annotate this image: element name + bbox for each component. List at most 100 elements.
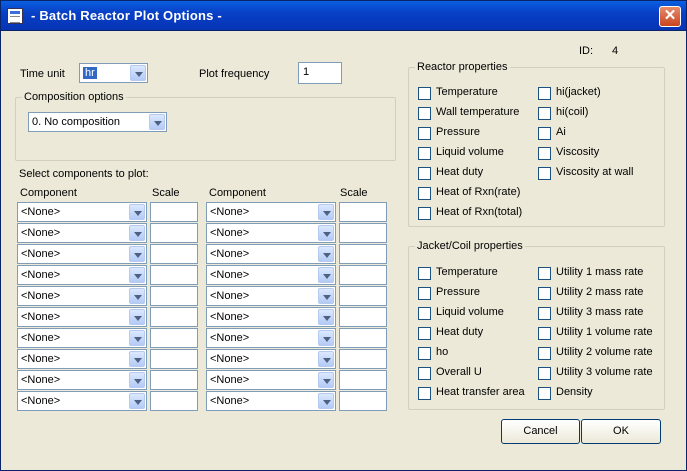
component-column-header: Component bbox=[209, 187, 266, 199]
time-unit-select[interactable]: hr bbox=[79, 63, 148, 83]
component-select[interactable]: <None> bbox=[17, 202, 147, 222]
component-select[interactable]: <None> bbox=[206, 328, 336, 348]
checkbox[interactable] bbox=[538, 147, 551, 160]
scale-input[interactable] bbox=[150, 223, 198, 243]
scale-input[interactable] bbox=[339, 391, 387, 411]
checkbox[interactable] bbox=[418, 167, 431, 180]
checkbox[interactable] bbox=[538, 87, 551, 100]
chevron-down-icon[interactable] bbox=[129, 393, 145, 409]
component-select[interactable]: <None> bbox=[206, 265, 336, 285]
scale-input[interactable] bbox=[339, 370, 387, 390]
scale-input[interactable] bbox=[339, 286, 387, 306]
scale-input[interactable] bbox=[150, 286, 198, 306]
chevron-down-icon[interactable] bbox=[318, 288, 334, 304]
scale-input[interactable] bbox=[339, 265, 387, 285]
chevron-down-icon[interactable] bbox=[318, 267, 334, 283]
scale-input[interactable] bbox=[150, 391, 198, 411]
ok-button[interactable]: OK bbox=[581, 419, 661, 444]
component-select[interactable]: <None> bbox=[17, 328, 147, 348]
scale-input[interactable] bbox=[339, 202, 387, 222]
chevron-down-icon[interactable] bbox=[129, 246, 145, 262]
checkbox[interactable] bbox=[418, 307, 431, 320]
checkbox[interactable] bbox=[418, 147, 431, 160]
checkbox-label: Heat of Rxn(total) bbox=[436, 206, 523, 218]
plot-frequency-input[interactable]: 1 bbox=[298, 62, 342, 84]
component-select[interactable]: <None> bbox=[17, 391, 147, 411]
checkbox[interactable] bbox=[538, 367, 551, 380]
scale-input[interactable] bbox=[150, 328, 198, 348]
close-button[interactable]: ✕ bbox=[659, 6, 681, 27]
chevron-down-icon[interactable] bbox=[129, 351, 145, 367]
checkbox[interactable] bbox=[418, 127, 431, 140]
checkbox[interactable] bbox=[418, 187, 431, 200]
chevron-down-icon[interactable] bbox=[318, 372, 334, 388]
component-select[interactable]: <None> bbox=[206, 223, 336, 243]
checkbox[interactable] bbox=[538, 267, 551, 280]
chevron-down-icon[interactable] bbox=[318, 330, 334, 346]
component-select[interactable]: <None> bbox=[206, 370, 336, 390]
scale-input[interactable] bbox=[339, 223, 387, 243]
scale-input[interactable] bbox=[150, 349, 198, 369]
scale-input[interactable] bbox=[150, 307, 198, 327]
chevron-down-icon[interactable] bbox=[149, 114, 165, 130]
checkbox[interactable] bbox=[538, 167, 551, 180]
component-select[interactable]: <None> bbox=[206, 349, 336, 369]
title-bar[interactable]: - Batch Reactor Plot Options - ✕ bbox=[1, 1, 686, 31]
chevron-down-icon[interactable] bbox=[318, 309, 334, 325]
component-value: <None> bbox=[210, 332, 250, 344]
component-select[interactable]: <None> bbox=[206, 286, 336, 306]
chevron-down-icon[interactable] bbox=[129, 204, 145, 220]
checkbox[interactable] bbox=[538, 327, 551, 340]
component-select[interactable]: <None> bbox=[206, 202, 336, 222]
checkbox[interactable] bbox=[418, 367, 431, 380]
component-select[interactable]: <None> bbox=[17, 307, 147, 327]
checkbox[interactable] bbox=[418, 267, 431, 280]
chevron-down-icon[interactable] bbox=[130, 65, 146, 81]
checkbox[interactable] bbox=[418, 327, 431, 340]
checkbox[interactable] bbox=[418, 347, 431, 360]
chevron-down-icon[interactable] bbox=[129, 288, 145, 304]
checkbox[interactable] bbox=[538, 107, 551, 120]
scale-input[interactable] bbox=[150, 244, 198, 264]
composition-select[interactable]: 0. No composition bbox=[28, 112, 167, 132]
chevron-down-icon[interactable] bbox=[318, 351, 334, 367]
checkbox[interactable] bbox=[418, 207, 431, 220]
checkbox[interactable] bbox=[538, 307, 551, 320]
component-select[interactable]: <None> bbox=[17, 370, 147, 390]
chevron-down-icon[interactable] bbox=[129, 372, 145, 388]
scale-input[interactable] bbox=[339, 307, 387, 327]
chevron-down-icon[interactable] bbox=[318, 225, 334, 241]
chevron-down-icon[interactable] bbox=[129, 225, 145, 241]
chevron-down-icon[interactable] bbox=[318, 204, 334, 220]
cancel-button[interactable]: Cancel bbox=[501, 419, 580, 444]
checkbox[interactable] bbox=[418, 287, 431, 300]
component-value: <None> bbox=[210, 206, 250, 218]
scale-input[interactable] bbox=[339, 349, 387, 369]
checkbox[interactable] bbox=[538, 387, 551, 400]
time-unit-value: hr bbox=[83, 67, 97, 79]
checkbox[interactable] bbox=[418, 107, 431, 120]
component-select[interactable]: <None> bbox=[17, 286, 147, 306]
component-select[interactable]: <None> bbox=[206, 307, 336, 327]
scale-input[interactable] bbox=[339, 244, 387, 264]
component-select[interactable]: <None> bbox=[17, 244, 147, 264]
checkbox[interactable] bbox=[418, 87, 431, 100]
checkbox[interactable] bbox=[418, 387, 431, 400]
chevron-down-icon[interactable] bbox=[129, 267, 145, 283]
checkbox[interactable] bbox=[538, 127, 551, 140]
chevron-down-icon[interactable] bbox=[318, 246, 334, 262]
component-select[interactable]: <None> bbox=[17, 349, 147, 369]
component-select[interactable]: <None> bbox=[17, 265, 147, 285]
scale-input[interactable] bbox=[150, 202, 198, 222]
scale-input[interactable] bbox=[150, 370, 198, 390]
component-select[interactable]: <None> bbox=[17, 223, 147, 243]
checkbox[interactable] bbox=[538, 287, 551, 300]
chevron-down-icon[interactable] bbox=[129, 330, 145, 346]
checkbox[interactable] bbox=[538, 347, 551, 360]
component-select[interactable]: <None> bbox=[206, 391, 336, 411]
chevron-down-icon[interactable] bbox=[129, 309, 145, 325]
component-select[interactable]: <None> bbox=[206, 244, 336, 264]
chevron-down-icon[interactable] bbox=[318, 393, 334, 409]
scale-input[interactable] bbox=[150, 265, 198, 285]
scale-input[interactable] bbox=[339, 328, 387, 348]
